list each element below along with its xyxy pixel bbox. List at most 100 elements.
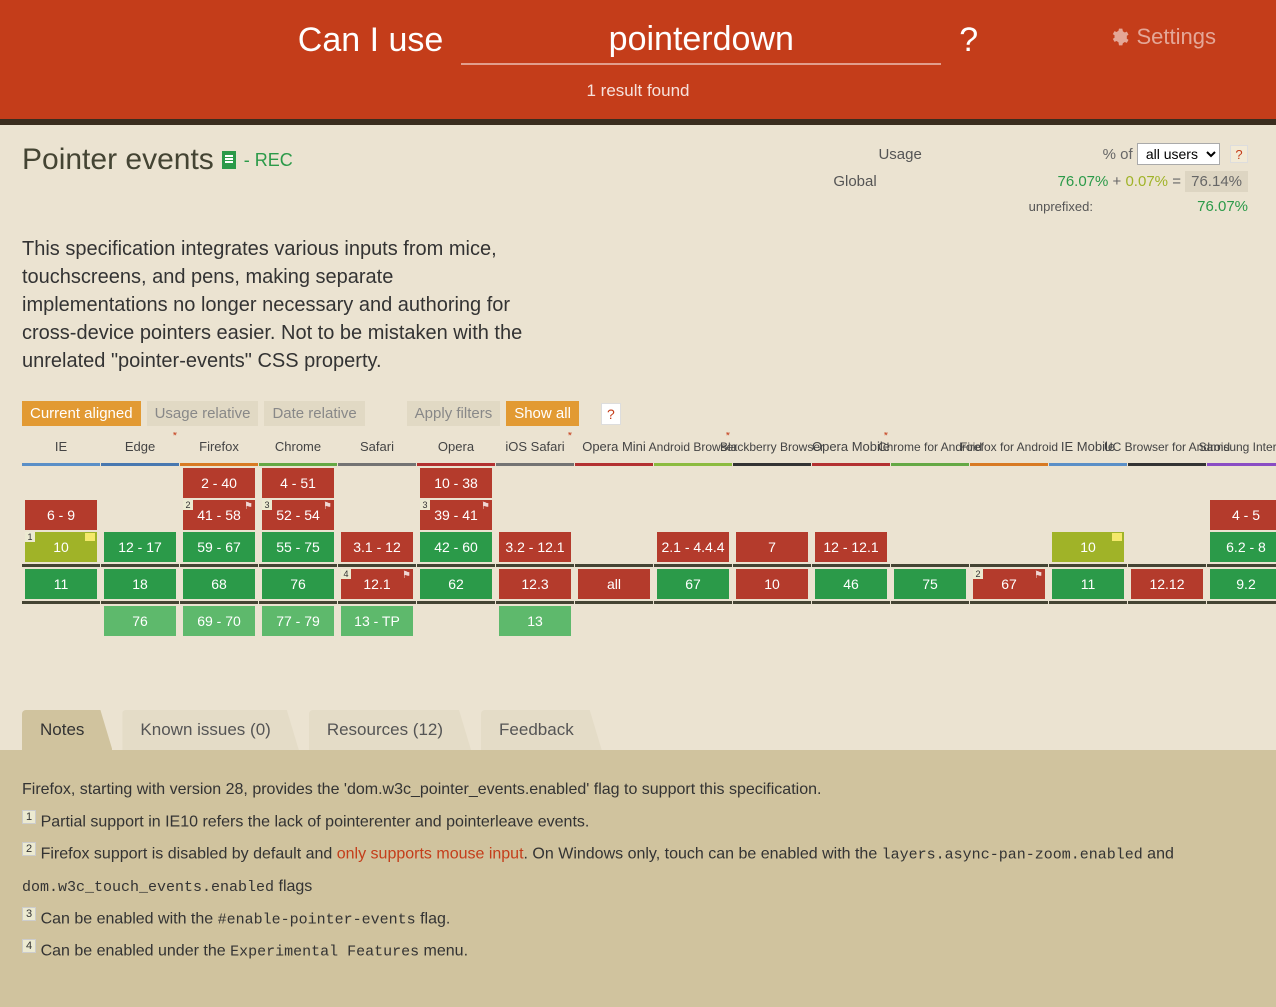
version-cell (973, 532, 1045, 562)
version-cell[interactable]: 11 (1052, 569, 1124, 599)
browser-column: Android Browser*2.1 - 4.4.467 (654, 432, 732, 638)
note-2-link[interactable]: only supports mouse input (337, 846, 524, 863)
global-label: Global (833, 173, 953, 190)
note-indicator: 1 (25, 532, 35, 542)
version-cell[interactable]: 46 (815, 569, 887, 599)
usage-help-button[interactable]: ? (1230, 145, 1248, 163)
version-cell[interactable]: 2 - 40 (183, 468, 255, 498)
version-cell[interactable]: 4 - 5 (1210, 500, 1276, 530)
version-cell[interactable]: 13 (499, 606, 571, 636)
show-all-button[interactable]: Show all (506, 401, 579, 426)
version-cell[interactable]: 52 - 543⚑ (262, 500, 334, 530)
version-cell[interactable]: 10 - 38 (420, 468, 492, 498)
flag-icon: ⚑ (481, 501, 490, 512)
version-cell[interactable]: 672⚑ (973, 569, 1045, 599)
settings-link[interactable]: Settings (1109, 24, 1217, 50)
result-count: 1 result found (0, 81, 1276, 101)
version-cell[interactable]: 18 (104, 569, 176, 599)
note-indicator: 3 (262, 500, 272, 510)
settings-label: Settings (1137, 24, 1217, 50)
browser-header[interactable]: Chrome (259, 432, 337, 466)
version-cell[interactable]: 101 (25, 532, 97, 562)
tab-feedback[interactable]: Feedback (481, 710, 602, 750)
tab-resources[interactable]: Resources (12) (309, 710, 471, 750)
tab-known-issues[interactable]: Known issues (0) (122, 710, 298, 750)
note-indicator: 4 (341, 569, 351, 579)
browser-header[interactable]: UC Browser for Android (1128, 432, 1206, 466)
version-cell[interactable]: 6 - 9 (25, 500, 97, 530)
browser-header[interactable]: Firefox for Android (970, 432, 1048, 466)
version-cell[interactable]: 11 (25, 569, 97, 599)
version-cell[interactable]: 3.2 - 12.1 (499, 532, 571, 562)
note-ref-4: 4 (22, 939, 36, 953)
version-cell[interactable]: 62 (420, 569, 492, 599)
version-cell[interactable]: 41 - 582⚑ (183, 500, 255, 530)
browser-column: iOS Safari* 3.2 - 12.1 12.3 13 (496, 432, 574, 638)
version-cell[interactable]: 4 - 51 (262, 468, 334, 498)
usage-scope-select[interactable]: all users (1137, 143, 1220, 165)
version-cell[interactable]: 10 (736, 569, 808, 599)
prefix-pct: 0.07% (1125, 173, 1168, 190)
version-cell (104, 468, 176, 498)
version-cell[interactable]: 59 - 67 (183, 532, 255, 562)
version-cell[interactable]: all (578, 569, 650, 599)
version-cell[interactable]: 69 - 70 (183, 606, 255, 636)
prefix-icon (1112, 533, 1122, 541)
browser-column: Safari3.1 - 1212.14⚑13 - TP (338, 432, 416, 638)
usage-relative-button[interactable]: Usage relative (147, 401, 259, 426)
version-cell[interactable]: 76 (104, 606, 176, 636)
version-cell[interactable]: 68 (183, 569, 255, 599)
version-cell (499, 468, 571, 498)
version-cell[interactable]: 12.3 (499, 569, 571, 599)
tab-notes[interactable]: Notes (22, 710, 112, 750)
flag-icon: ⚑ (402, 570, 411, 581)
current-aligned-button[interactable]: Current aligned (22, 401, 141, 426)
version-cell[interactable]: 6.2 - 8 (1210, 532, 1276, 562)
browser-header[interactable]: Samsung Internet (1207, 432, 1276, 466)
browser-header[interactable]: Chrome for Android (891, 432, 969, 466)
browser-header[interactable]: Edge* (101, 432, 179, 466)
search-input[interactable] (461, 16, 941, 65)
browser-header[interactable]: Opera Mini (575, 432, 653, 466)
version-cell[interactable]: 10 (1052, 532, 1124, 562)
version-cell[interactable]: 12.14⚑ (341, 569, 413, 599)
version-cell[interactable]: 2.1 - 4.4.4 (657, 532, 729, 562)
version-cell[interactable]: 12 - 17 (104, 532, 176, 562)
browser-header[interactable]: IE (22, 432, 100, 466)
version-cell (1131, 532, 1203, 562)
date-relative-button[interactable]: Date relative (264, 401, 364, 426)
browser-column: IE Mobile1011 (1049, 432, 1127, 638)
apply-filters-button[interactable]: Apply filters (407, 401, 501, 426)
version-cell[interactable]: 76 (262, 569, 334, 599)
browser-header[interactable]: Safari (338, 432, 416, 466)
status-badge: - REC (244, 150, 293, 171)
note-indicator: 2 (973, 569, 983, 579)
toolbar-help-button[interactable]: ? (601, 403, 621, 425)
version-cell[interactable]: 12.12 (1131, 569, 1203, 599)
version-cell (973, 606, 1045, 636)
version-cell[interactable]: 13 - TP (341, 606, 413, 636)
browser-header[interactable]: Firefox (180, 432, 258, 466)
browser-column: UC Browser for Android 12.12 (1128, 432, 1206, 638)
version-cell[interactable]: 67 (657, 569, 729, 599)
browser-header[interactable]: Opera (417, 432, 495, 466)
version-cell[interactable]: 9.2 (1210, 569, 1276, 599)
version-cell[interactable]: 7 (736, 532, 808, 562)
version-cell (657, 468, 729, 498)
browser-header[interactable]: Blackberry Browser (733, 432, 811, 466)
feature-description: This specification integrates various in… (0, 221, 560, 375)
version-cell[interactable]: 77 - 79 (262, 606, 334, 636)
version-cell (25, 606, 97, 636)
version-cell (104, 500, 176, 530)
version-cell[interactable]: 12 - 12.1 (815, 532, 887, 562)
version-cell[interactable]: 42 - 60 (420, 532, 492, 562)
version-cell (815, 500, 887, 530)
browser-header[interactable]: iOS Safari* (496, 432, 574, 466)
version-cell[interactable]: 39 - 413⚑ (420, 500, 492, 530)
version-cell[interactable]: 55 - 75 (262, 532, 334, 562)
version-cell (1052, 468, 1124, 498)
unprefixed-label: unprefixed: (833, 199, 1093, 214)
version-cell[interactable]: 3.1 - 12 (341, 532, 413, 562)
unprefixed-pct: 76.07% (1197, 198, 1248, 215)
version-cell[interactable]: 75 (894, 569, 966, 599)
